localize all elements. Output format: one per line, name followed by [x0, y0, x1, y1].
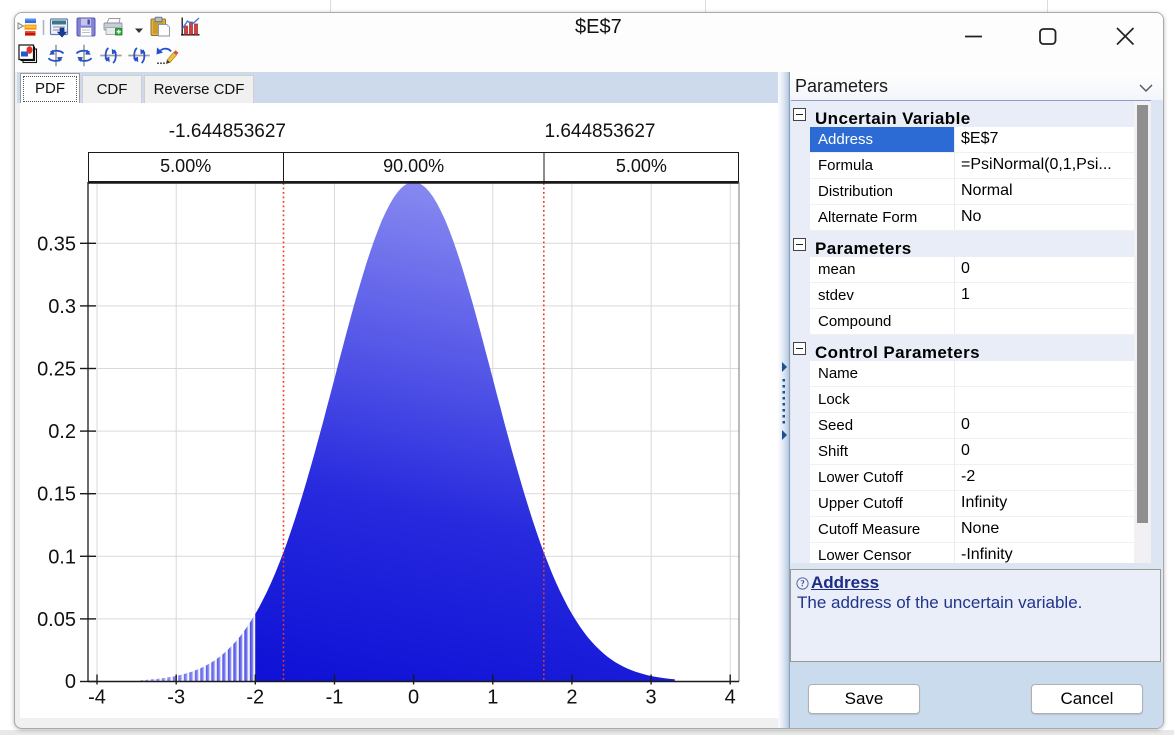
svg-text:5.00%: 5.00% [160, 156, 211, 176]
svg-text:-1: -1 [326, 687, 344, 709]
svg-text:5.00%: 5.00% [616, 156, 667, 176]
svg-text:-1.644853627: -1.644853627 [169, 121, 286, 142]
svg-text:0.25: 0.25 [37, 359, 76, 381]
svg-text:-3: -3 [167, 687, 185, 709]
svg-text:1: 1 [487, 687, 498, 709]
svg-text:3: 3 [646, 687, 657, 709]
svg-text:4: 4 [725, 687, 736, 709]
svg-text:0.3: 0.3 [48, 296, 76, 318]
svg-text:0.1: 0.1 [48, 546, 76, 568]
svg-text:0.2: 0.2 [48, 421, 76, 443]
svg-text:90.00%: 90.00% [383, 156, 444, 176]
svg-text:0.35: 0.35 [37, 233, 76, 255]
svg-text:2: 2 [566, 687, 577, 709]
svg-text:-4: -4 [88, 687, 106, 709]
svg-text:0.05: 0.05 [37, 609, 76, 631]
svg-text:-2: -2 [246, 687, 264, 709]
svg-text:1.644853627: 1.644853627 [545, 121, 656, 142]
svg-text:0: 0 [408, 687, 419, 709]
svg-text:0: 0 [65, 671, 76, 693]
svg-text:0.15: 0.15 [37, 484, 76, 506]
svg-text:?: ? [800, 579, 805, 589]
